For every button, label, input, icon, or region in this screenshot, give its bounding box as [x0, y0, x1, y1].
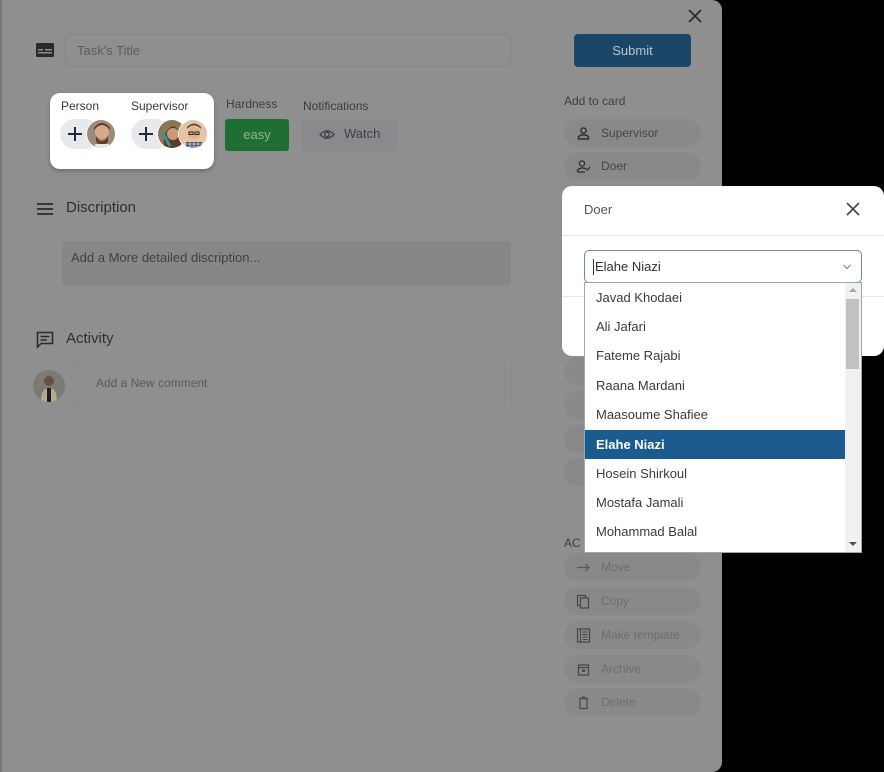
submit-button[interactable]: Submit: [574, 34, 691, 67]
doer-option[interactable]: Raana Mardani: [585, 371, 845, 400]
trash-icon: [579, 696, 588, 710]
side-btn-label: Move: [601, 560, 631, 574]
notifications-label: Notifications: [303, 99, 369, 113]
description-title: Discription: [66, 199, 137, 216]
person-label: Person: [61, 99, 100, 113]
person-check-icon: [576, 160, 591, 173]
supervisor-label: Supervisor: [131, 99, 189, 113]
doer-option[interactable]: Javad Khodaei: [585, 283, 845, 312]
text-caret: [593, 259, 594, 275]
move-button[interactable]: Move: [564, 553, 701, 581]
add-to-card-heading: Add to card: [564, 94, 626, 108]
doer-select[interactable]: Elahe Niazi: [584, 250, 862, 283]
doer-option[interactable]: Mohammad Balal: [585, 517, 845, 546]
doer-option[interactable]: Hosein Shirkoul: [585, 459, 845, 488]
side-btn-label: Archive: [601, 662, 642, 676]
add-doer-sidebar-button[interactable]: Doer: [564, 152, 701, 180]
copy-icon: [576, 594, 590, 609]
doer-option[interactable]: Maasoume Shafiee: [585, 400, 845, 429]
title-card-icon: [36, 43, 54, 57]
plus-icon: [139, 127, 153, 141]
doer-option[interactable]: Fateme Rajabi: [585, 341, 845, 370]
side-btn-label: Make template: [601, 628, 680, 642]
actions-heading: AC: [564, 536, 581, 550]
person-icon: [577, 127, 590, 140]
side-btn-label: Copy: [601, 594, 630, 608]
plus-icon: [68, 127, 82, 141]
hardness-label: Hardness: [226, 97, 278, 111]
hardness-easy-button[interactable]: easy: [225, 119, 289, 151]
scrollbar-thumb[interactable]: [846, 299, 859, 369]
delete-button[interactable]: Delete: [564, 688, 701, 716]
person-avatar[interactable]: [86, 119, 116, 149]
scroll-up-arrow-icon[interactable]: [849, 288, 857, 292]
task-title-input[interactable]: Task's Title: [65, 34, 511, 67]
dropdown-scrollbar[interactable]: [845, 283, 861, 552]
close-card-button[interactable]: [685, 6, 705, 26]
new-comment-input[interactable]: Add a New comment: [74, 359, 512, 409]
scroll-down-arrow-icon[interactable]: [849, 542, 857, 546]
eye-icon: [319, 130, 335, 139]
doer-option[interactable]: Mostafa Jamali: [585, 488, 845, 517]
close-icon: [688, 9, 702, 23]
divider: [562, 235, 884, 236]
doer-option-selected[interactable]: Elahe Niazi: [585, 430, 845, 459]
side-btn-label: Supervisor: [601, 126, 659, 140]
activity-title: Activity: [66, 330, 114, 347]
description-input[interactable]: Add a More detailed discription...: [62, 241, 511, 285]
side-btn-label: Delete: [601, 695, 636, 709]
arrow-right-icon: [577, 563, 590, 572]
watch-label: Watch: [344, 126, 381, 141]
archive-button[interactable]: Archive: [564, 655, 701, 683]
doer-popup-title: Doer: [584, 202, 613, 217]
doer-options-list[interactable]: Javad Khodaei Ali Jafari Fateme Rajabi R…: [584, 282, 862, 553]
side-btn-label: Doer: [601, 159, 628, 173]
add-supervisor-sidebar-button[interactable]: Supervisor: [564, 119, 701, 147]
template-icon: [576, 628, 591, 643]
copy-button[interactable]: Copy: [564, 587, 701, 615]
chevron-down-icon: [843, 264, 851, 270]
close-icon[interactable]: [846, 202, 860, 216]
supervisor-avatar-2[interactable]: [178, 119, 208, 149]
current-user-avatar: [33, 370, 65, 402]
menu-lines-icon: [37, 203, 53, 215]
comment-icon: [36, 331, 54, 349]
people-panel: Person Supervisor: [50, 93, 214, 169]
archive-icon: [577, 664, 590, 676]
watch-button[interactable]: Watch: [302, 119, 397, 151]
doer-option[interactable]: Ali Jafari: [585, 312, 845, 341]
doer-select-value: Elahe Niazi: [595, 259, 661, 274]
make-template-button[interactable]: Make template: [564, 621, 701, 649]
